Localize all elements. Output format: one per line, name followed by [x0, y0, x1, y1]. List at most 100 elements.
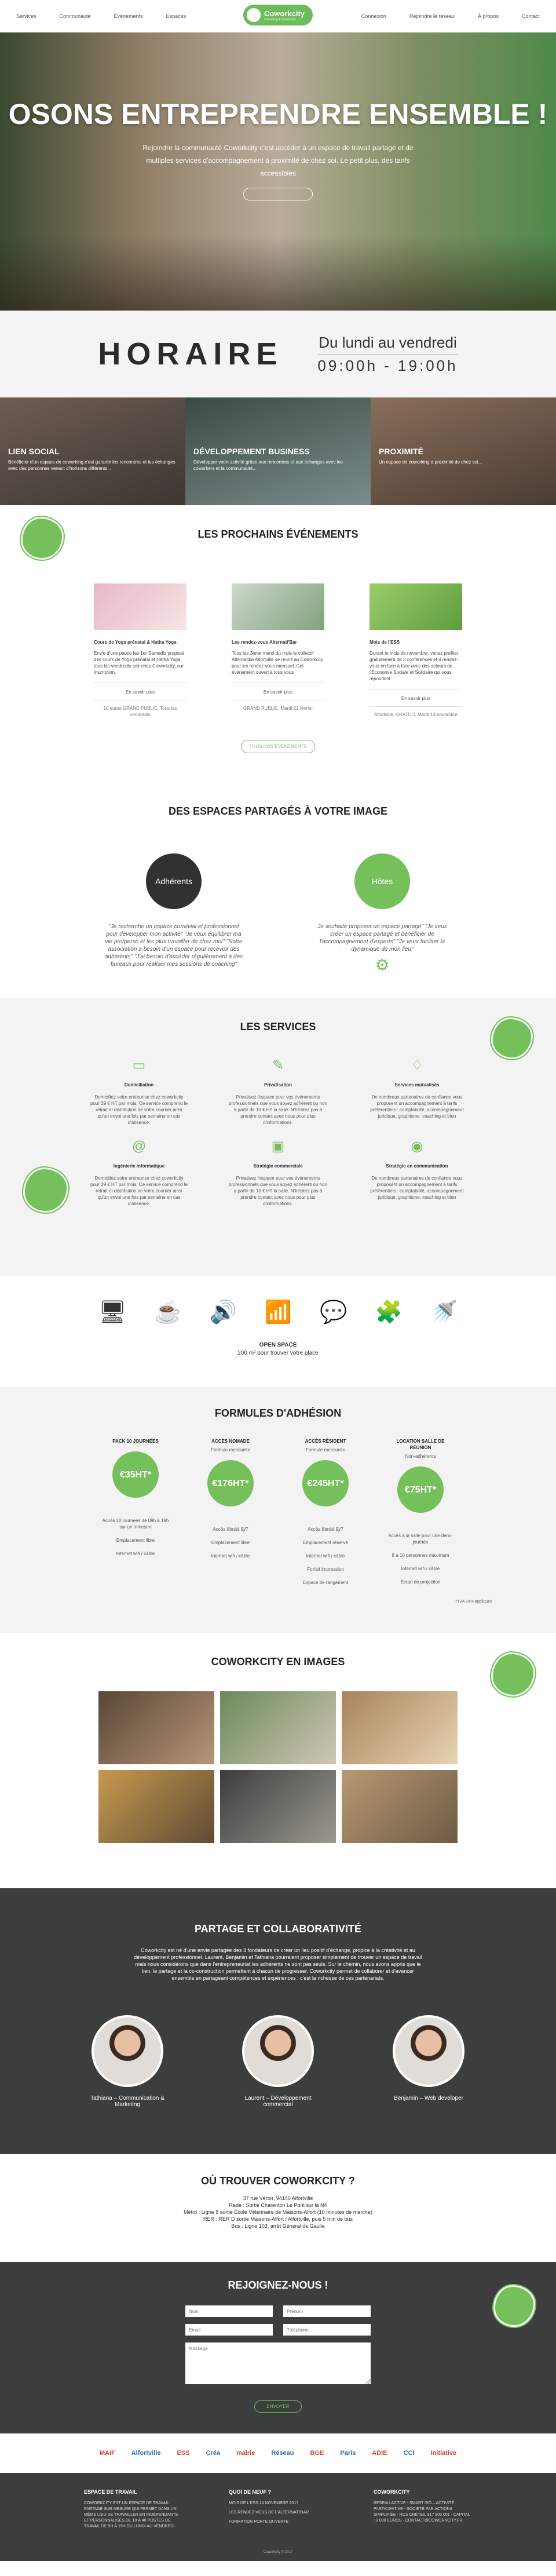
plan-feature: 8 à 10 personnes maximum: [392, 1553, 449, 1558]
name-field[interactable]: [185, 2305, 273, 2317]
nav-item[interactable]: Contact: [522, 13, 540, 19]
event-more-link[interactable]: En savoir plus: [232, 683, 324, 695]
section-title: FORMULES D'ADHÉSION: [214, 1407, 342, 1419]
partners-logos: MAIF Alfortville ESS Créa mairie Réseau …: [0, 2433, 556, 2473]
section-title: DES ESPACES PARTAGÉS À VOTRE IMAGE: [168, 805, 388, 817]
gallery-photo[interactable]: [342, 1770, 458, 1843]
nav-item[interactable]: Connexion: [361, 13, 386, 19]
section-title: REJOIGNEZ-NOUS !: [228, 2279, 328, 2291]
feature-tiles: LIEN SOCIAL Bénéficier d'un espace de cow…: [0, 397, 556, 505]
hosts-icon: ⚙: [375, 956, 390, 974]
hours-time: 09:00h - 19:00h: [317, 353, 458, 375]
footer-link[interactable]: FORMATION PORTE OUVERTE: [229, 2519, 327, 2525]
member-name: Benjamin – Web developer: [394, 2095, 463, 2101]
footer-link[interactable]: MOIS DE L'ESS 14 NOVEMBRE 2017: [229, 2501, 327, 2506]
team-member: Tathiana – Communication & Marketing: [81, 2015, 174, 2108]
partner-logo[interactable]: mairie: [236, 2450, 255, 2457]
partner-logo[interactable]: ADIE: [372, 2450, 387, 2457]
service-title: Stratégie en communication: [386, 1163, 448, 1169]
tile-text: Un espace de coworking à proximité de ch…: [379, 459, 482, 465]
plan-subtitle: Non-adhérents: [405, 1454, 436, 1459]
event-more-link[interactable]: En savoir plus: [370, 689, 462, 702]
event-meta: Alfortville, GRATUIT, Mardi 14 novembre: [370, 706, 462, 718]
plan-price[interactable]: €176HT*: [207, 1460, 254, 1506]
message-field[interactable]: [185, 2343, 371, 2384]
plan-feature: Emplacement libre: [211, 1540, 250, 1545]
send-button[interactable]: ENVOYER: [254, 2400, 302, 2413]
partner-logo[interactable]: Créa: [206, 2450, 220, 2457]
team-member: Benjamin – Web developer: [382, 2015, 475, 2108]
plan-price[interactable]: €35HT*: [112, 1451, 159, 1498]
footer-link[interactable]: LES RENDEZ-VOUS DE L'ALTERNATI'BAR: [229, 2510, 327, 2516]
hero: OSONS ENTREPRENDRE ENSEMBLE ! Rejoindre …: [0, 32, 556, 311]
service-item: ▭ Domiciliation Domiciliez votre entrepris…: [90, 1057, 188, 1126]
plan-price[interactable]: €245HT*: [302, 1460, 349, 1506]
gallery-photo[interactable]: [342, 1691, 458, 1764]
partner-logo[interactable]: Alfortville: [131, 2450, 161, 2457]
plan-title: ACCÈS RÉSIDENT: [305, 1439, 346, 1444]
event-card[interactable]: Cours de Yoga prénatal & Hatha Yoga Envie…: [94, 583, 186, 718]
partner-logo[interactable]: ESS: [177, 2450, 189, 2457]
section-title: LES SERVICES: [240, 1021, 316, 1032]
member-name: Tathiana – Communication & Marketing: [90, 2095, 164, 2108]
tile-text: Bénéficier d'un espace de coworking c'es…: [8, 459, 175, 471]
pricing-section: FORMULES D'ADHÉSION PACK 10 JOURNÉES €35H…: [0, 1386, 556, 1633]
team-member: Laurent – Développement commercial: [232, 2015, 324, 2108]
service-title: Domiciliation: [124, 1082, 154, 1088]
hours-days: Du lundi au vendredi: [319, 333, 457, 351]
collab-section: PARTAGE ET COLLABORATIVITÉ Coworkcity es…: [0, 1888, 556, 2154]
partner-logo[interactable]: Paris: [340, 2450, 356, 2457]
plan-feature: Accès 10 journées de 09h à 19h sur un tr…: [102, 1518, 169, 1530]
tile-text: Développer votre activité grâce aux renc…: [193, 459, 343, 471]
email-field[interactable]: [185, 2324, 273, 2336]
section-title: COWORKCITY EN IMAGES: [211, 1656, 345, 1668]
tax-note: *TVA 20% appliquée: [455, 1600, 492, 1604]
service-item: ✎ Privatisation Privatisez l'espace pour v…: [229, 1059, 327, 1126]
nav-item[interactable]: Évènements: [114, 13, 143, 19]
firstname-field[interactable]: [283, 2305, 371, 2317]
nav-item[interactable]: Rejoindre le réseau: [409, 13, 455, 19]
footer-heading: ESPACE DE TRAVAIL: [84, 2489, 137, 2495]
partner-logo[interactable]: CCI: [404, 2450, 415, 2457]
nav-item[interactable]: Communauté: [60, 13, 91, 19]
phone-field[interactable]: [283, 2324, 371, 2336]
nav-item[interactable]: À propos: [478, 13, 499, 19]
nav-item[interactable]: Espaces: [166, 13, 186, 19]
price-plan: LOCATION SALLE DE RÉUNION Non-adhérents €7…: [386, 1438, 455, 1589]
event-card[interactable]: Les rendez-vous Alternati'Bar Tous les 3è…: [232, 583, 324, 718]
tile-title: PROXIMITÉ: [379, 447, 424, 456]
plan-price[interactable]: €75HT*: [397, 1466, 444, 1513]
avatar: [393, 2015, 464, 2087]
event-text: Durant le mois de novembre, venez profit…: [370, 651, 459, 681]
logo[interactable]: Coworkcity Coworking & Community: [243, 5, 313, 25]
hosts-circle[interactable]: Hôtes: [354, 853, 410, 909]
all-events-button[interactable]: TOUS NOS ÉVÉNEMENTS: [240, 740, 316, 753]
partner-logo[interactable]: Initiative: [431, 2450, 457, 2457]
event-more-link[interactable]: En savoir plus: [94, 683, 186, 695]
partner-logo[interactable]: Réseau: [271, 2450, 294, 2457]
section-title: PARTAGE ET COLLABORATIVITÉ: [195, 1923, 361, 1935]
tile-title: LIEN SOCIAL: [8, 447, 60, 456]
domiciliation-icon: ▭: [132, 1057, 146, 1073]
gallery-photo[interactable]: [98, 1691, 214, 1764]
tile-proximity[interactable]: PROXIMITÉ Un espace de coworking à proxim…: [371, 397, 556, 505]
event-card[interactable]: Mois de l'ESS Durant le mois de novembre,…: [370, 583, 462, 718]
blob-decoration: [21, 517, 64, 560]
plan-feature: Accès illimité 9j/7: [308, 1527, 343, 1532]
gallery-photo[interactable]: [98, 1770, 214, 1843]
partner-logo[interactable]: MAIF: [100, 2450, 115, 2457]
amenities-section: 🖥 ☕ 🔊 📶 💬 🧩 🚿 OPEN SPACE 200 m² pour trou…: [0, 1276, 556, 1386]
tile-business[interactable]: DÉVELOPPEMENT BUSINESS Développer votre a…: [185, 397, 371, 505]
tile-social[interactable]: LIEN SOCIAL Bénéficier d'un espace de cow…: [0, 397, 185, 505]
hero-button[interactable]: [243, 188, 313, 200]
gallery-photo[interactable]: [220, 1691, 336, 1764]
members-circle[interactable]: Adhérents: [146, 853, 202, 909]
events-section: LES PROCHAINS ÉVÉNEMENTS Cours de Yoga p…: [0, 505, 556, 794]
service-text: Domiciliez votre entreprise chez coworkc…: [90, 1094, 188, 1125]
service-item: ◉ Stratégie en communication De nombreux p…: [368, 1140, 466, 1207]
service-item: ▣ Stratégie commerciale Privatisez l'espac…: [229, 1140, 327, 1207]
price-plan: ACCÈS RÉSIDENT Formule mensuelle €245HT* Ac…: [291, 1438, 360, 1589]
gallery-photo[interactable]: [220, 1770, 336, 1843]
partner-logo[interactable]: BGE: [310, 2450, 324, 2457]
nav-item[interactable]: Services: [16, 13, 36, 19]
